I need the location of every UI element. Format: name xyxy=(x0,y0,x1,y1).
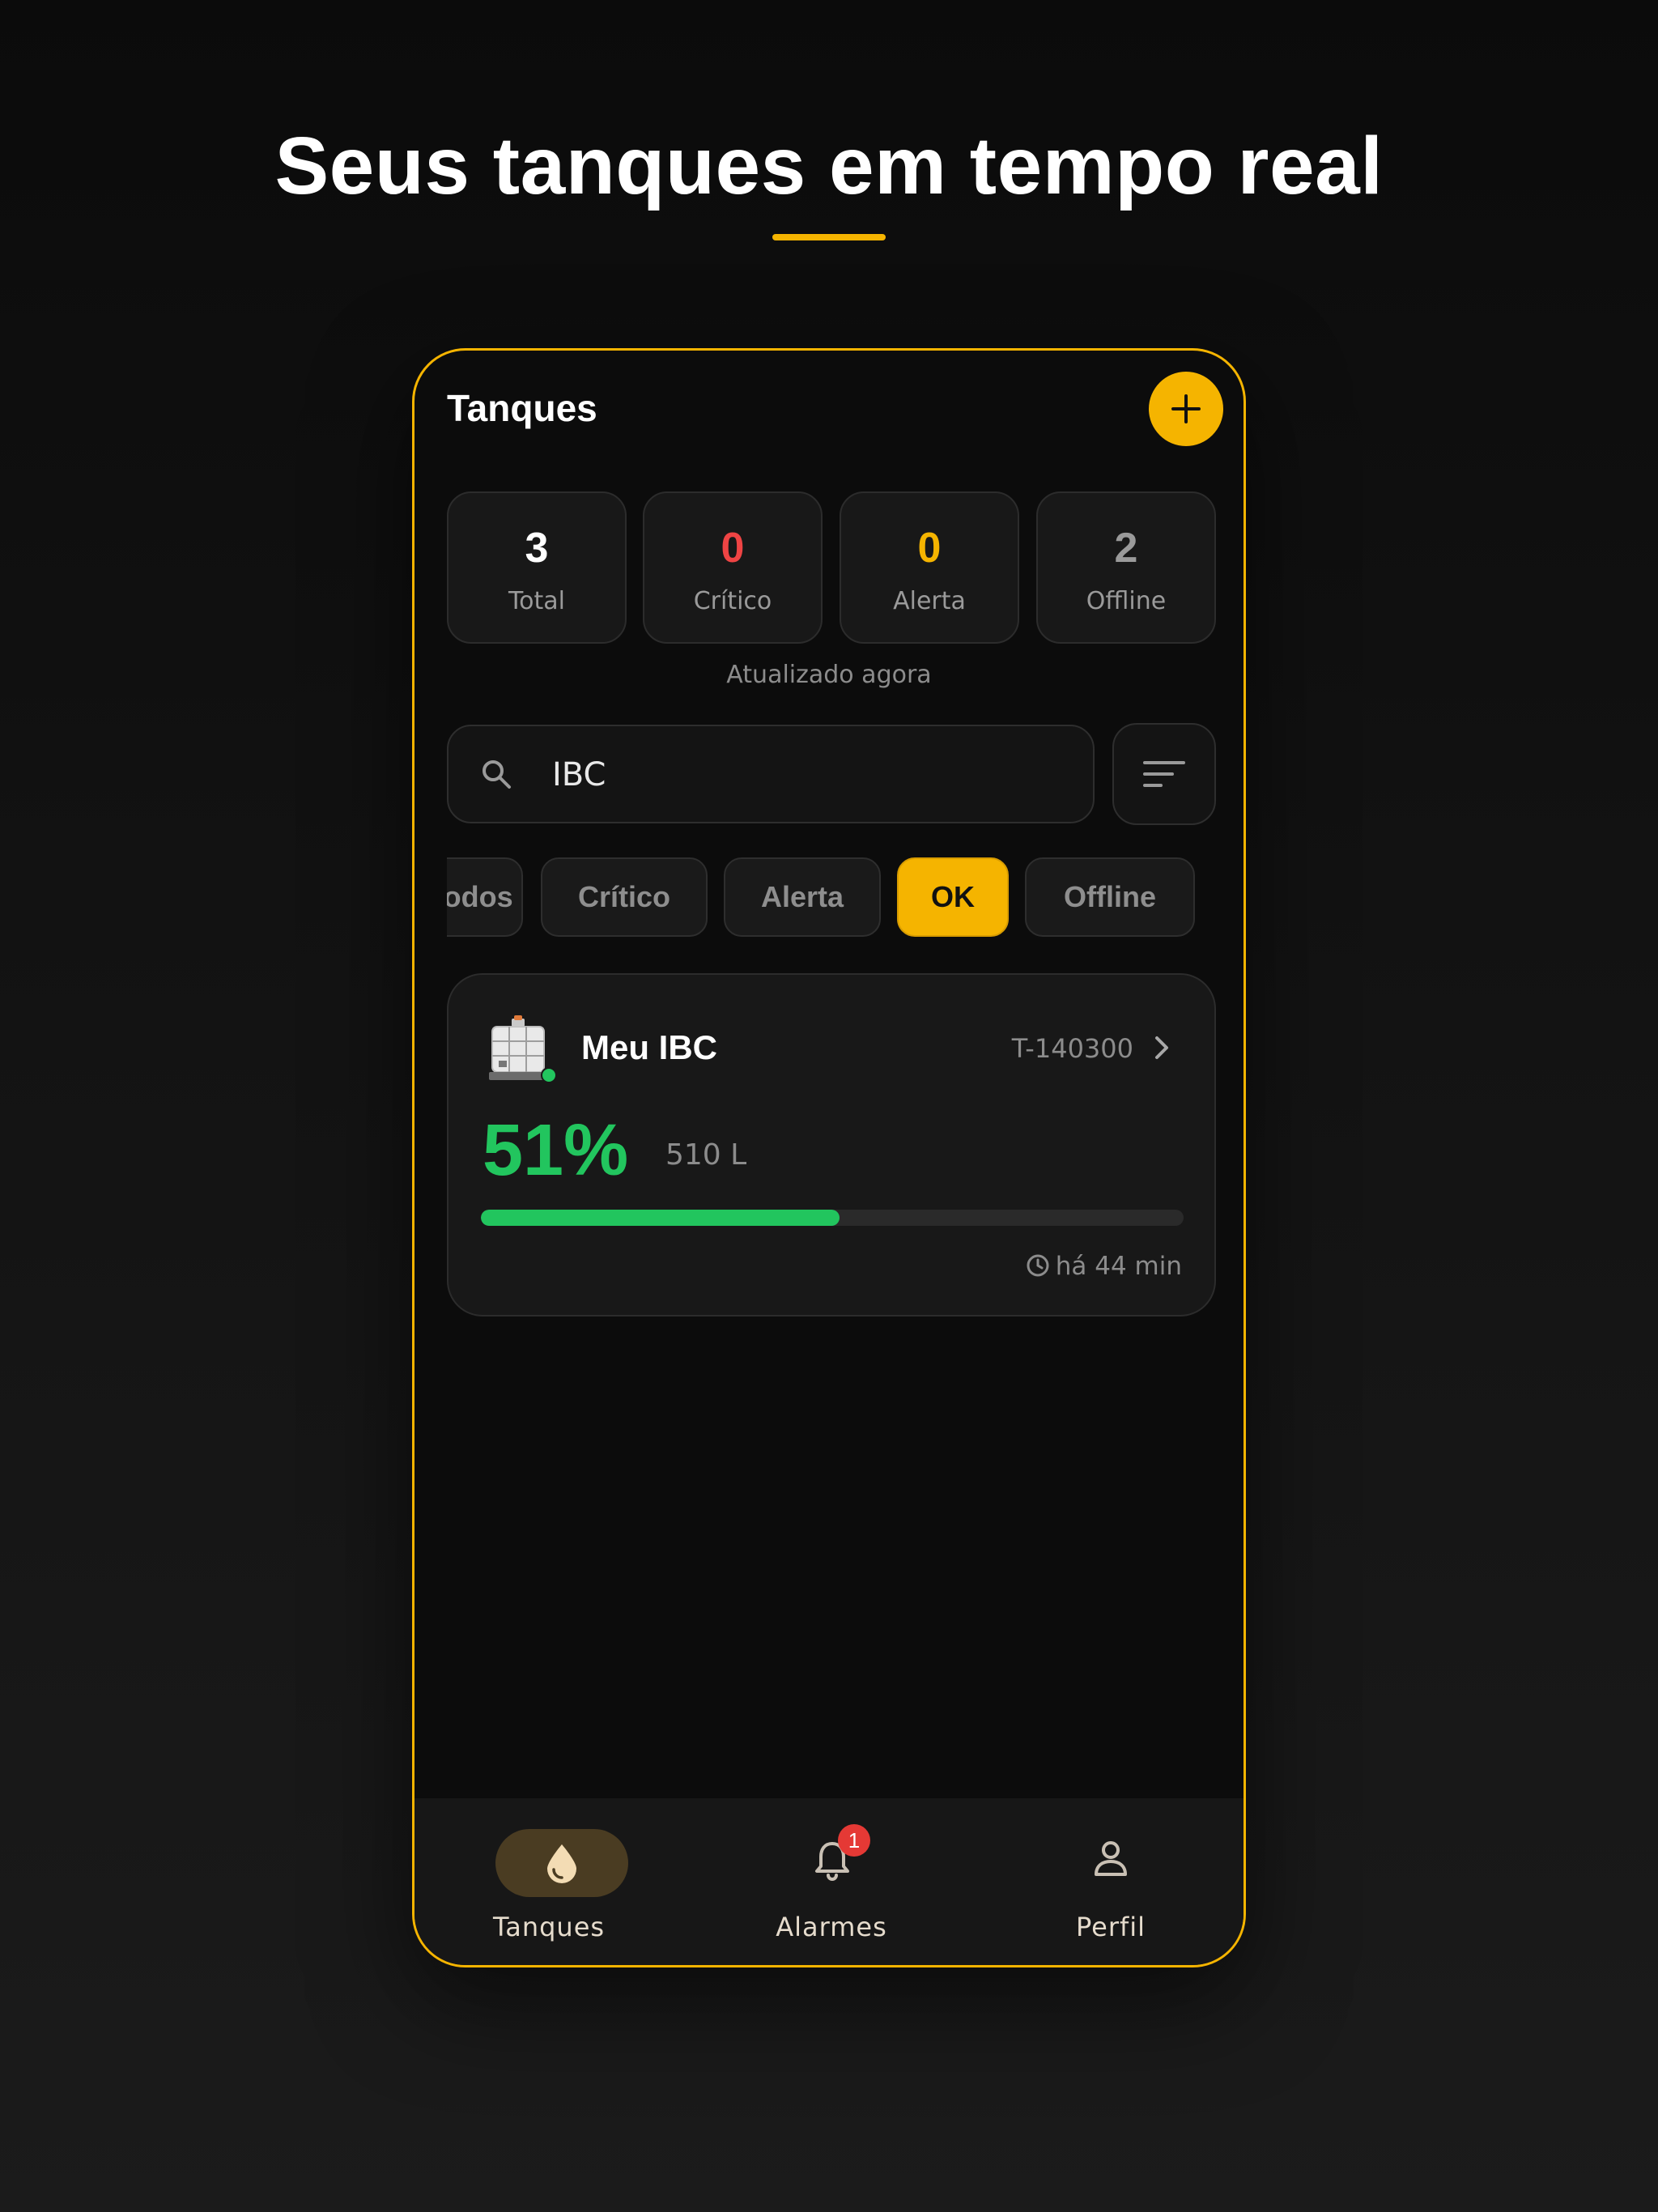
nav-label: Alarmes xyxy=(776,1912,887,1942)
stat-label: Crítico xyxy=(693,587,772,615)
clock-icon xyxy=(1027,1254,1049,1277)
stat-value: 0 xyxy=(721,525,745,572)
stat-value: 0 xyxy=(917,525,942,572)
stat-total[interactable]: 3 Total xyxy=(447,491,627,644)
filter-lines-icon xyxy=(1143,761,1185,787)
chevron-right-icon xyxy=(1155,1036,1168,1059)
stat-label: Alerta xyxy=(893,587,966,615)
filter-chips: Todos Crítico Alerta OK Offline xyxy=(447,857,1216,938)
level-progress-fill xyxy=(481,1210,840,1226)
chip-label: OK xyxy=(931,880,975,913)
stat-value: 3 xyxy=(525,525,549,572)
stat-offline[interactable]: 2 Offline xyxy=(1036,491,1216,644)
chip-todos[interactable]: Todos xyxy=(447,857,523,937)
nav-active-indicator xyxy=(495,1829,628,1897)
hero-underline xyxy=(772,234,886,240)
phone-frame: Tanques 3 Total 0 Crítico 0 Alerta 2 Off… xyxy=(412,348,1246,1967)
online-status-dot xyxy=(541,1067,557,1083)
search-box[interactable] xyxy=(447,725,1095,823)
stat-critical[interactable]: 0 Crítico xyxy=(643,491,823,644)
nav-alarmes[interactable]: 1 Alarmes xyxy=(710,1798,953,1965)
updated-status: Atualizado agora xyxy=(726,661,932,689)
tank-volume: 510 L xyxy=(665,1138,747,1172)
drop-icon xyxy=(547,1844,576,1883)
chip-ok[interactable]: OK xyxy=(897,857,1009,937)
level-progress-bar xyxy=(481,1210,1184,1226)
chip-label: Alerta xyxy=(760,880,844,913)
bottom-navigation: Tanques 1 Alarmes Perfil xyxy=(414,1798,1244,1965)
nav-perfil[interactable]: Perfil xyxy=(989,1798,1232,1965)
chip-alerta[interactable]: Alerta xyxy=(724,857,881,937)
stat-label: Offline xyxy=(1086,587,1167,615)
last-update-time: há 44 min xyxy=(1055,1252,1182,1281)
tank-level-percent: 51% xyxy=(483,1110,629,1191)
page-title: Tanques xyxy=(447,387,597,429)
nav-tanques[interactable]: Tanques xyxy=(427,1798,670,1965)
sort-filter-button[interactable] xyxy=(1112,723,1216,825)
stats-row: 3 Total 0 Crítico 0 Alerta 2 Offline xyxy=(447,491,1216,644)
search-icon xyxy=(483,760,511,789)
tank-name: Meu IBC xyxy=(581,1028,717,1066)
chip-label: Todos xyxy=(447,880,513,913)
chip-label: Crítico xyxy=(577,880,670,913)
chip-label: Offline xyxy=(1064,880,1156,913)
stat-alert[interactable]: 0 Alerta xyxy=(840,491,1019,644)
tank-id: T-140300 xyxy=(1011,1033,1133,1064)
plus-icon xyxy=(1171,394,1201,423)
search-input[interactable] xyxy=(552,749,1054,801)
stat-value: 2 xyxy=(1114,525,1138,572)
tank-card[interactable]: Meu IBC T-140300 51% 510 L há 44 min xyxy=(447,973,1216,1317)
person-icon xyxy=(1095,1841,1127,1876)
hero-title: Seus tanques em tempo real xyxy=(274,121,1384,211)
nav-label: Tanques xyxy=(492,1912,606,1942)
chip-critico[interactable]: Crítico xyxy=(541,857,708,937)
alarm-count-badge: 1 xyxy=(838,1824,870,1857)
stat-label: Total xyxy=(508,587,566,615)
nav-label: Perfil xyxy=(1075,1912,1146,1942)
chip-offline[interactable]: Offline xyxy=(1025,857,1195,937)
add-tank-button[interactable] xyxy=(1149,372,1223,446)
